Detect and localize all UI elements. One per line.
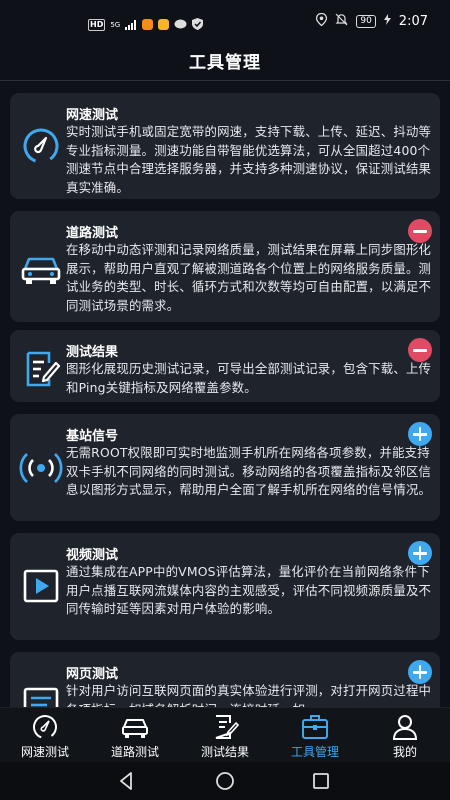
speedometer-icon (19, 124, 63, 168)
back-icon[interactable] (116, 770, 138, 792)
card-description: 在移动中动态评测和记录网络质量，测试结果在屏幕上同步图形化展示，帮助用户直观了解… (66, 242, 432, 313)
card-title: 道路测试 (66, 226, 119, 241)
location-icon (316, 12, 328, 30)
hd-indicator: HD (88, 18, 106, 31)
card-description: 无需ROOT权限即可实时地监测手机所在网络各项参数，并能支持双卡手机不同网络的同… (66, 445, 432, 497)
toolbox-icon (300, 713, 330, 741)
mute-bell-icon (335, 13, 348, 30)
card-description: 图形化展现历史测试记录，可导出全部测试记录，包含下载、上传和Ping关键指标及网… (66, 361, 432, 395)
status-left: HD 5G (88, 15, 204, 34)
tool-card-web-test[interactable]: 网页测试 针对用户访问互联网页面的真实体验进行评测，对打开网页过程中各项指标，如… (10, 652, 440, 707)
card-title: 视频测试 (66, 548, 119, 563)
card-description: 实时测试手机或固定宽带的网速，支持下载、上传、延迟、抖动等专业指标测量。测速功能… (66, 124, 432, 195)
card-description: 通过集成在APP中的VMOS评估算法，量化评价在当前网络条件下用户点播互联网流媒… (66, 564, 432, 616)
add-tool-button[interactable] (408, 541, 432, 565)
report-icon (210, 713, 240, 741)
tab-label: 我的 (392, 745, 417, 759)
charging-icon (383, 14, 391, 29)
car-icon (120, 713, 150, 741)
signal-icon (19, 446, 63, 490)
home-icon[interactable] (214, 770, 236, 792)
tool-card-test-results[interactable]: 测试结果 图形化展现历史测试记录，可导出全部测试记录，包含下载、上传和Ping关… (10, 330, 440, 402)
clock-time: 2:07 (398, 14, 428, 29)
remove-tool-button[interactable] (408, 219, 432, 243)
report-icon (19, 347, 63, 391)
signal-label: 5G (110, 20, 121, 29)
tool-list[interactable]: 网速测试 实时测试手机或固定宽带的网速，支持下载、上传、延迟、抖动等专业指标测量… (0, 81, 450, 707)
battery-indicator: 90 (356, 15, 376, 28)
signal-bars-icon (125, 15, 137, 34)
card-title: 网页测试 (66, 667, 119, 682)
card-title: 网速测试 (66, 108, 119, 123)
tab-label: 网速测试 (20, 745, 69, 759)
card-description: 针对用户访问互联网页面的真实体验进行评测，对打开网页过程中各项指标，如域名解析时… (66, 683, 432, 707)
tool-card-road-test[interactable]: 道路测试 在移动中动态评测和记录网络质量，测试结果在屏幕上同步图形化展示，帮助用… (10, 211, 440, 322)
app-notification-icon (142, 19, 154, 30)
add-tool-button[interactable] (408, 422, 432, 446)
page-title: 工具管理 (189, 53, 261, 73)
bottom-tab-bar: 网速测试 道路测试 测试结果 工具管理 我的 (0, 707, 450, 763)
recent-apps-icon[interactable] (310, 770, 332, 792)
status-bar: HD 5G 90 2:07 (0, 0, 450, 42)
shield-icon (192, 15, 204, 34)
web-icon (19, 682, 63, 707)
tool-card-base-station[interactable]: 基站信号 无需ROOT权限即可实时地监测手机所在网络各项参数，并能支持双卡手机不… (10, 414, 440, 521)
tab-mine[interactable]: 我的 (360, 708, 450, 763)
app-notification-icon-2 (158, 19, 170, 30)
status-right: 90 2:07 (316, 12, 428, 30)
add-tool-button[interactable] (408, 660, 432, 684)
chat-notification-icon (174, 15, 187, 34)
remove-tool-button[interactable] (408, 338, 432, 362)
video-play-icon (19, 564, 63, 608)
tab-road-test[interactable]: 道路测试 (90, 708, 180, 763)
tab-label: 测试结果 (200, 745, 249, 759)
tool-card-speed-test[interactable]: 网速测试 实时测试手机或固定宽带的网速，支持下载、上传、延迟、抖动等专业指标测量… (10, 93, 440, 199)
system-navigation-bar (0, 762, 450, 800)
tab-label: 道路测试 (110, 745, 159, 759)
car-icon (19, 245, 63, 289)
tab-test-results[interactable]: 测试结果 (180, 708, 270, 763)
user-icon (390, 713, 420, 741)
title-bar: 工具管理 (0, 42, 450, 81)
card-title: 基站信号 (66, 429, 119, 444)
tab-tool-management[interactable]: 工具管理 (270, 708, 360, 763)
tab-label: 工具管理 (290, 745, 339, 759)
card-title: 测试结果 (66, 345, 119, 360)
tool-card-video-test[interactable]: 视频测试 通过集成在APP中的VMOS评估算法，量化评价在当前网络条件下用户点播… (10, 533, 440, 640)
tab-speed-test[interactable]: 网速测试 (0, 708, 90, 763)
speedometer-icon (30, 713, 60, 741)
